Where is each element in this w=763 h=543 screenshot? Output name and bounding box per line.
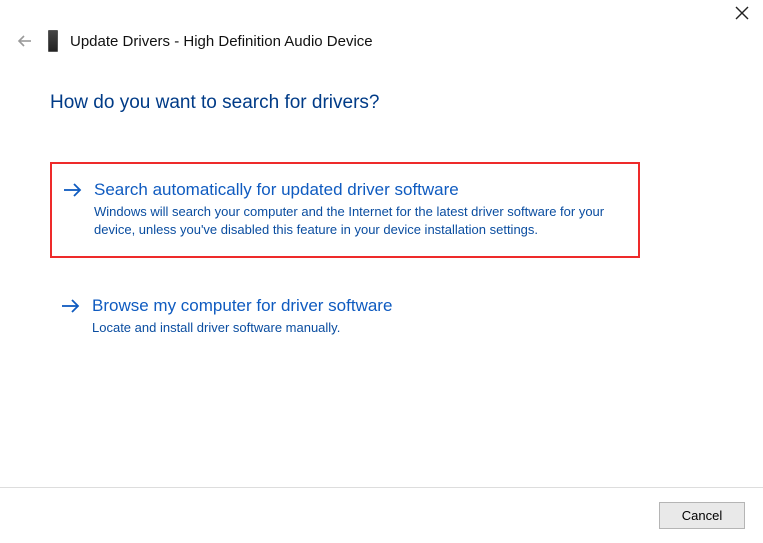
arrow-right-icon [62,180,84,238]
option-title: Search automatically for updated driver … [94,180,614,200]
close-icon[interactable] [735,6,749,20]
page-heading: How do you want to search for drivers? [50,92,713,114]
dialog-footer: Cancel [0,487,763,543]
dialog-header: Update Drivers - High Definition Audio D… [0,0,763,52]
back-icon[interactable] [14,30,36,52]
option-description: Locate and install driver software manua… [92,319,392,337]
device-icon [48,30,58,52]
option-title: Browse my computer for driver software [92,296,392,316]
option-search-automatically[interactable]: Search automatically for updated driver … [50,162,640,258]
option-browse-computer[interactable]: Browse my computer for driver software L… [50,280,640,355]
option-description: Windows will search your computer and th… [94,203,614,238]
arrow-right-icon [60,296,82,337]
cancel-button[interactable]: Cancel [659,502,745,529]
window-title: Update Drivers - High Definition Audio D… [70,33,373,50]
